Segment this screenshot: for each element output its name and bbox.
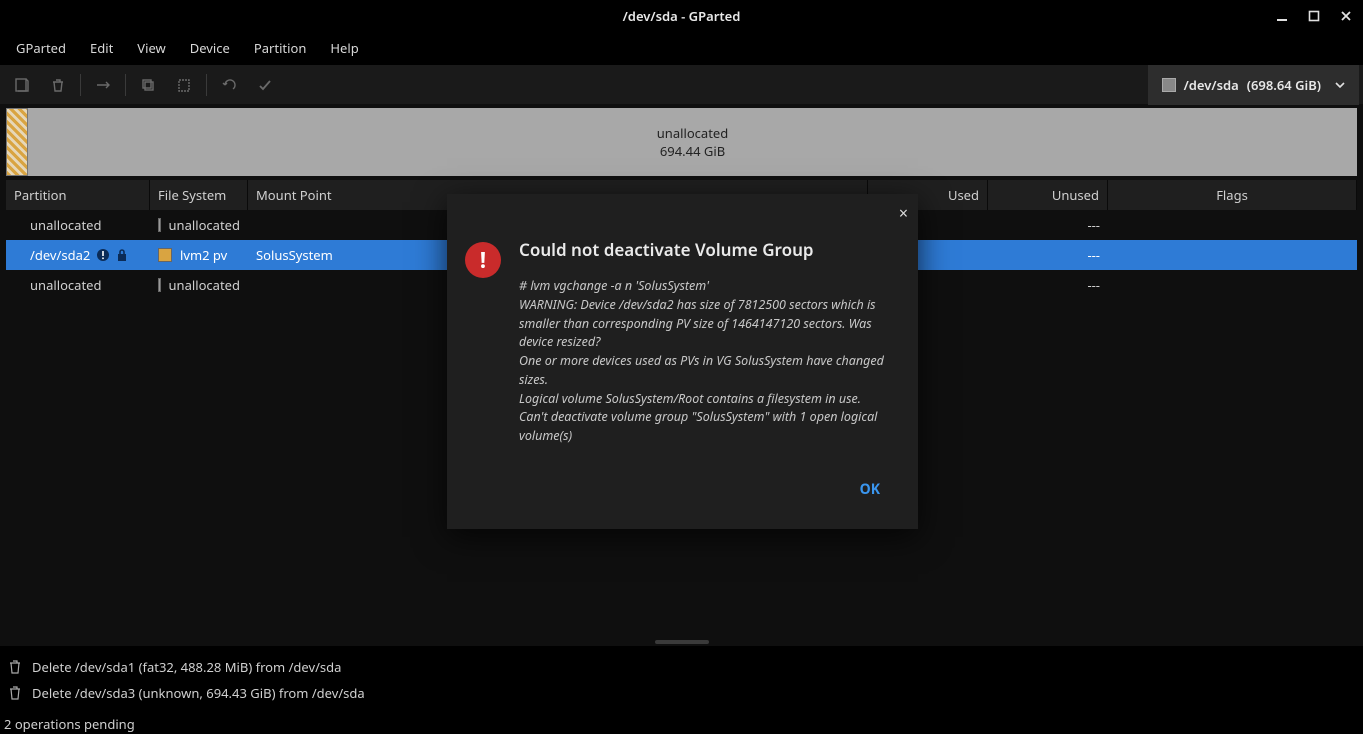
error-dialog: × ! Could not deactivate Volume Group # …	[447, 194, 918, 529]
delete-partition-button[interactable]	[40, 69, 76, 101]
toolbar: /dev/sda (698.64 GiB)	[0, 64, 1363, 104]
cell-partition: unallocated	[30, 216, 102, 234]
fs-swatch-icon	[158, 278, 161, 292]
menubar: GParted Edit View Device Partition Help	[0, 32, 1363, 64]
titlebar: /dev/sda - GParted	[0, 0, 1363, 32]
operations-pane: Delete /dev/sda1 (fat32, 488.28 MiB) fro…	[0, 646, 1363, 714]
cell-unused: ---	[1087, 246, 1100, 264]
cell-mountpoint: SolusSystem	[256, 246, 333, 264]
undo-button[interactable]	[211, 69, 247, 101]
copy-button[interactable]	[130, 69, 166, 101]
dialog-title: Could not deactivate Volume Group	[519, 238, 892, 261]
cell-partition: unallocated	[30, 276, 102, 294]
device-size: (698.64 GiB)	[1247, 76, 1321, 94]
window-close-button[interactable]	[1339, 9, 1353, 23]
partition-map-slice-sda2[interactable]	[6, 108, 28, 176]
fs-swatch-icon	[158, 218, 161, 232]
menu-edit[interactable]: Edit	[78, 33, 125, 63]
menu-view[interactable]: View	[125, 33, 177, 63]
statusbar-text: 2 operations pending	[4, 715, 135, 733]
new-partition-button[interactable]	[4, 69, 40, 101]
statusbar: 2 operations pending	[0, 714, 1363, 734]
col-partition[interactable]: Partition	[6, 180, 150, 210]
partition-map[interactable]: unallocated 694.44 GiB	[6, 108, 1357, 176]
resize-move-button[interactable]	[85, 69, 121, 101]
cell-unused: ---	[1087, 276, 1100, 294]
disk-icon	[1162, 78, 1176, 92]
partition-map-slice-unallocated[interactable]: unallocated 694.44 GiB	[28, 108, 1357, 176]
col-unused[interactable]: Unused	[988, 180, 1108, 210]
error-icon: !	[465, 242, 501, 278]
window-minimize-button[interactable]	[1275, 9, 1289, 23]
col-flags[interactable]: Flags	[1108, 180, 1357, 210]
chevron-down-icon	[1335, 80, 1345, 90]
window-maximize-button[interactable]	[1307, 9, 1321, 23]
device-selector[interactable]: /dev/sda (698.64 GiB)	[1148, 65, 1359, 105]
menu-help[interactable]: Help	[318, 33, 370, 63]
dialog-close-button[interactable]: ×	[899, 202, 908, 224]
cell-filesystem: unallocated	[169, 216, 241, 234]
window-title: /dev/sda - GParted	[623, 7, 741, 25]
dialog-message: # lvm vgchange -a n 'SolusSystem' WARNIN…	[519, 277, 892, 446]
operation-item[interactable]: Delete /dev/sda1 (fat32, 488.28 MiB) fro…	[8, 654, 1355, 680]
menu-partition[interactable]: Partition	[242, 33, 319, 63]
map-size: 694.44 GiB	[660, 142, 725, 160]
cell-partition: /dev/sda2	[30, 246, 90, 264]
cell-filesystem: unallocated	[169, 276, 241, 294]
operation-item[interactable]: Delete /dev/sda3 (unknown, 694.43 GiB) f…	[8, 680, 1355, 706]
row-status-icons	[96, 248, 128, 262]
apply-button[interactable]	[247, 69, 283, 101]
trash-icon	[8, 686, 22, 700]
paste-button[interactable]	[166, 69, 202, 101]
fs-swatch-icon	[158, 248, 172, 262]
trash-icon	[8, 660, 22, 674]
dialog-ok-button[interactable]: OK	[848, 474, 892, 505]
pane-drag-handle[interactable]	[0, 638, 1363, 646]
device-name: /dev/sda	[1184, 76, 1239, 94]
menu-gparted[interactable]: GParted	[4, 33, 78, 63]
operation-text: Delete /dev/sda3 (unknown, 694.43 GiB) f…	[32, 684, 365, 702]
map-label: unallocated	[657, 124, 729, 142]
cell-unused: ---	[1087, 216, 1100, 234]
menu-device[interactable]: Device	[178, 33, 242, 63]
col-filesystem[interactable]: File System	[150, 180, 248, 210]
operation-text: Delete /dev/sda1 (fat32, 488.28 MiB) fro…	[32, 658, 341, 676]
cell-filesystem: lvm2 pv	[180, 246, 227, 264]
